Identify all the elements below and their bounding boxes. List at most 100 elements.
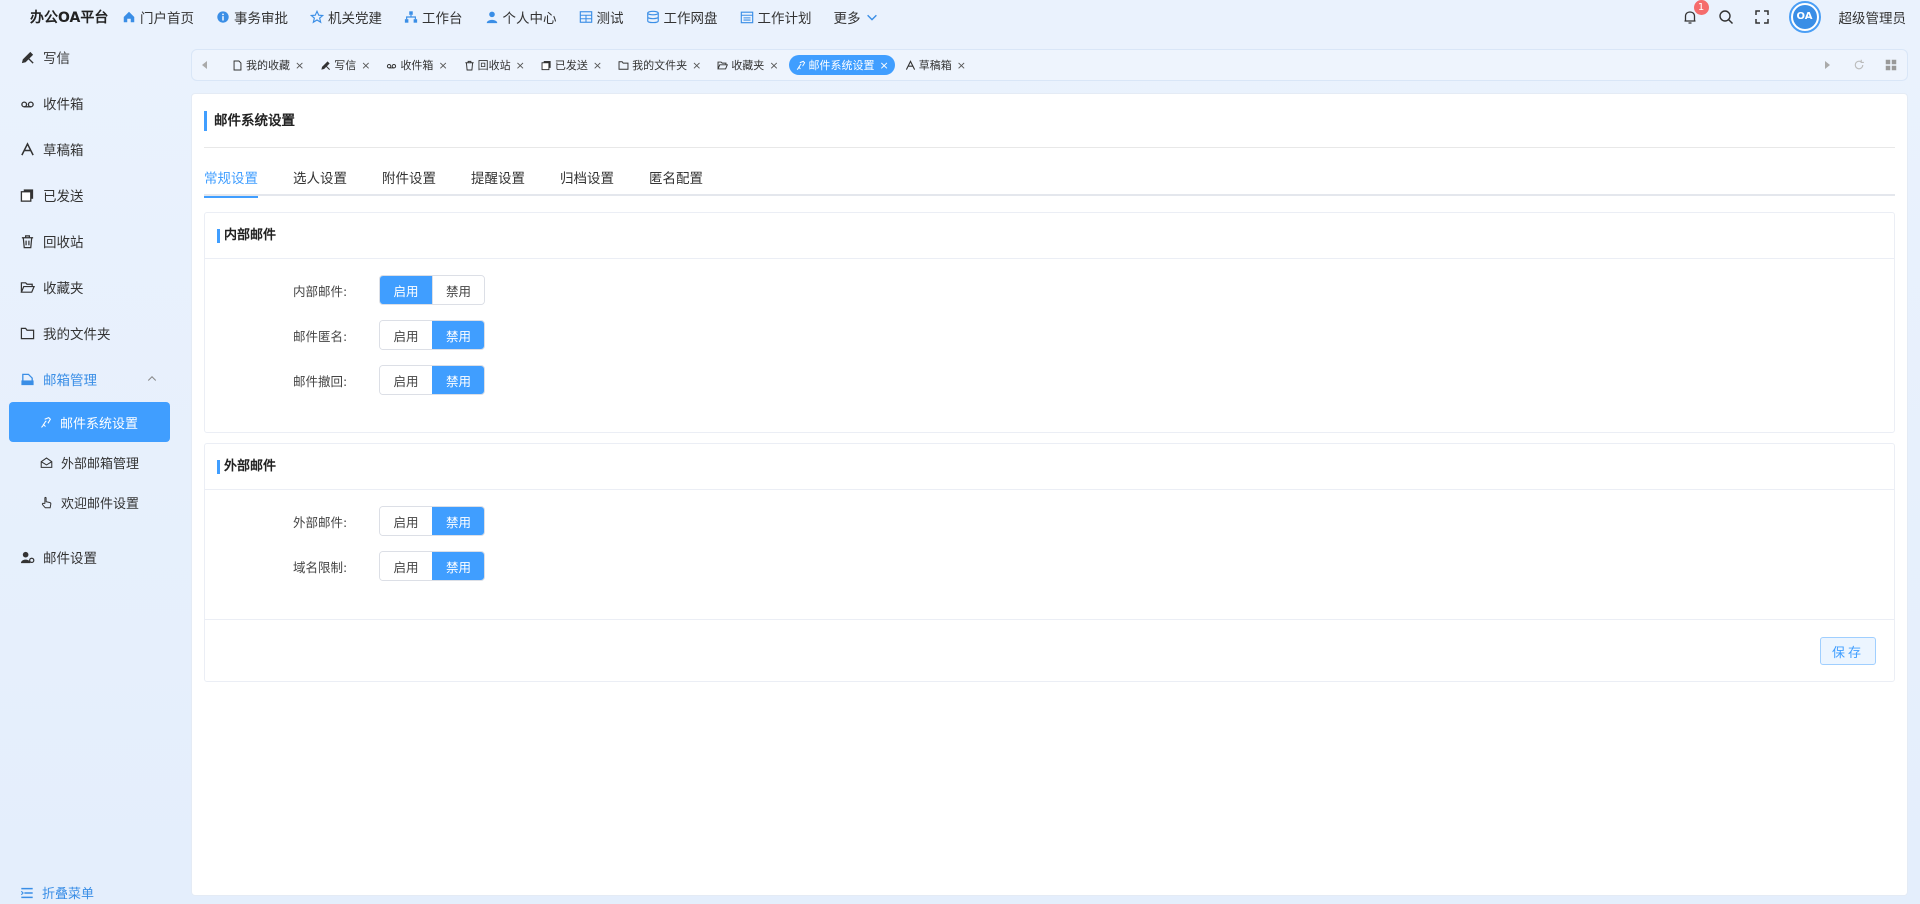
folder-icon	[618, 60, 629, 70]
setting-row-mail-recall: 邮件撤回: 启用 禁用	[293, 365, 485, 395]
tab-close-icon[interactable]: ×	[593, 59, 602, 72]
tab-strip: 我的收藏 × 写信 × 收件箱 × 回收站 × 已发送 × 我的文件夹 × 收藏夹 × 邮件	[191, 49, 1908, 81]
sidebar-item-label: 收藏夹	[43, 281, 84, 297]
tab-my-favorites[interactable]: 我的收藏 ×	[226, 55, 310, 75]
sidebar-subitem-label: 欢迎邮件设置	[61, 496, 140, 512]
tab-label: 收件箱	[400, 59, 434, 72]
nav-plan[interactable]: 工作计划	[740, 7, 812, 27]
tab-reminder-settings[interactable]: 提醒设置	[471, 166, 525, 196]
menu-fold-icon	[20, 887, 33, 898]
enable-button[interactable]: 启用	[380, 321, 432, 349]
sidebar-item-write[interactable]: 写信	[0, 34, 180, 80]
nav-drive[interactable]: 工作网盘	[646, 7, 718, 27]
card-title: 内部邮件	[217, 228, 276, 243]
avatar-text: OA	[1792, 5, 1817, 29]
enable-button[interactable]: 启用	[380, 276, 432, 304]
sidebar-subitem-mail-system-settings[interactable]: 邮件系统设置	[9, 402, 170, 442]
tab-favorites[interactable]: 收藏夹 ×	[711, 55, 784, 75]
card-header: 外部邮件	[205, 444, 1894, 490]
page-title: 邮件系统设置	[204, 111, 295, 131]
tab-close-icon[interactable]: ×	[361, 59, 370, 72]
sidebar-subitem-external-mailbox[interactable]: 外部邮箱管理	[0, 442, 170, 482]
user-icon	[486, 11, 497, 24]
disable-button[interactable]: 禁用	[432, 321, 484, 349]
tab-general-settings[interactable]: 常规设置	[204, 166, 258, 198]
refresh-icon	[1854, 59, 1864, 70]
sent-icon	[20, 188, 34, 202]
sidebar-item-my-folders[interactable]: 我的文件夹	[0, 310, 180, 356]
notification-button[interactable]: 1	[1681, 0, 1709, 26]
sidebar-item-label: 收件箱	[43, 97, 84, 113]
tab-anonymous-config[interactable]: 匿名配置	[649, 166, 703, 196]
sidebar-item-label: 写信	[43, 51, 70, 67]
fullscreen-button[interactable]	[1753, 8, 1771, 26]
nav-approval[interactable]: 事务审批	[216, 7, 288, 27]
collapse-menu-button[interactable]: 折叠菜单	[20, 883, 94, 902]
tabs-scroll-right[interactable]	[1811, 50, 1843, 80]
tab-close-icon[interactable]: ×	[692, 59, 701, 72]
tab-recipient-settings[interactable]: 选人设置	[293, 166, 347, 196]
nav-label: 测试	[596, 11, 624, 27]
tab-close-icon[interactable]: ×	[438, 59, 447, 72]
tab-mail-system-settings[interactable]: 邮件系统设置 ×	[788, 55, 895, 75]
avatar[interactable]: OA	[1788, 1, 1821, 33]
top-nav: 门户首页 事务审批 机关党建 工作台 个人中心 测试 工作网盘 工作计划 更多	[122, 7, 879, 27]
sidebar-item-mail-settings[interactable]: 邮件设置	[0, 534, 180, 580]
nav-label: 工作计划	[757, 11, 812, 27]
tab-attachment-settings[interactable]: 附件设置	[382, 166, 436, 196]
top-bar: 办公OA平台 门户首页 事务审批 机关党建 工作台 个人中心 测试 工作网盘 工…	[0, 0, 1920, 34]
sidebar-item-drafts[interactable]: 草稿箱	[0, 126, 180, 172]
disable-button[interactable]: 禁用	[432, 276, 484, 304]
tabs-menu-button[interactable]	[1875, 50, 1907, 80]
calendar-icon	[740, 11, 753, 24]
external-mail-card: 外部邮件 外部邮件: 启用 禁用 域名限制: 启用 禁用 保存	[204, 443, 1895, 682]
nav-workbench[interactable]: 工作台	[404, 7, 463, 27]
save-button[interactable]: 保存	[1820, 637, 1876, 665]
main-panel: 邮件系统设置 常规设置 选人设置 附件设置 提醒设置 归档设置 匿名配置 内部邮…	[191, 93, 1908, 896]
tab-inbox[interactable]: 收件箱 ×	[380, 55, 453, 75]
sidebar-subitem-welcome-mail[interactable]: 欢迎邮件设置	[0, 482, 170, 522]
tab-close-icon[interactable]: ×	[516, 59, 525, 72]
tab-close-icon[interactable]: ×	[880, 59, 889, 72]
tab-close-icon[interactable]: ×	[957, 59, 966, 72]
username[interactable]: 超级管理员	[1839, 7, 1907, 27]
tab-write[interactable]: 写信 ×	[314, 55, 376, 75]
refresh-button[interactable]	[1843, 50, 1875, 80]
enable-button[interactable]: 启用	[380, 507, 432, 535]
sidebar-item-mailbox-management[interactable]: 邮箱管理	[0, 356, 180, 402]
tab-label: 回收站	[477, 59, 511, 72]
disable-button[interactable]: 禁用	[432, 552, 484, 580]
sidebar-item-sent[interactable]: 已发送	[0, 172, 180, 218]
collapse-menu-label: 折叠菜单	[42, 887, 95, 902]
toggle-group: 启用 禁用	[379, 320, 485, 350]
setting-label: 外部邮件:	[293, 514, 348, 530]
tab-drafts[interactable]: 草稿箱 ×	[899, 55, 972, 75]
tab-sent[interactable]: 已发送 ×	[535, 55, 608, 75]
nav-test[interactable]: 测试	[579, 7, 624, 27]
tab-archive-settings[interactable]: 归档设置	[560, 166, 614, 196]
grid-icon	[579, 11, 592, 23]
tab-trash[interactable]: 回收站 ×	[458, 55, 531, 75]
disable-button[interactable]: 禁用	[432, 507, 484, 535]
nav-portal-home[interactable]: 门户首页	[122, 7, 194, 27]
tab-my-folders[interactable]: 我的文件夹 ×	[612, 55, 707, 75]
toggle-group: 启用 禁用	[379, 506, 485, 536]
setting-label: 内部邮件:	[293, 283, 348, 299]
sidebar-item-favorites[interactable]: 收藏夹	[0, 264, 180, 310]
nav-personal[interactable]: 个人中心	[485, 7, 557, 27]
sidebar-item-trash[interactable]: 回收站	[0, 218, 180, 264]
tabs-scroll-left[interactable]	[192, 50, 218, 80]
enable-button[interactable]: 启用	[380, 552, 432, 580]
tab-close-icon[interactable]: ×	[769, 59, 778, 72]
disable-button[interactable]: 禁用	[432, 366, 484, 394]
nav-party[interactable]: 机关党建	[310, 7, 382, 27]
sidebar-item-label: 已发送	[43, 189, 84, 205]
sidebar-item-inbox[interactable]: 收件箱	[0, 80, 180, 126]
nav-more[interactable]: 更多	[834, 7, 879, 27]
nav-label: 工作网盘	[663, 11, 718, 27]
hand-icon	[41, 496, 52, 508]
enable-button[interactable]: 启用	[380, 366, 432, 394]
search-button[interactable]	[1717, 8, 1735, 26]
sidebar-item-label: 邮件设置	[43, 551, 97, 567]
tab-close-icon[interactable]: ×	[295, 59, 304, 72]
